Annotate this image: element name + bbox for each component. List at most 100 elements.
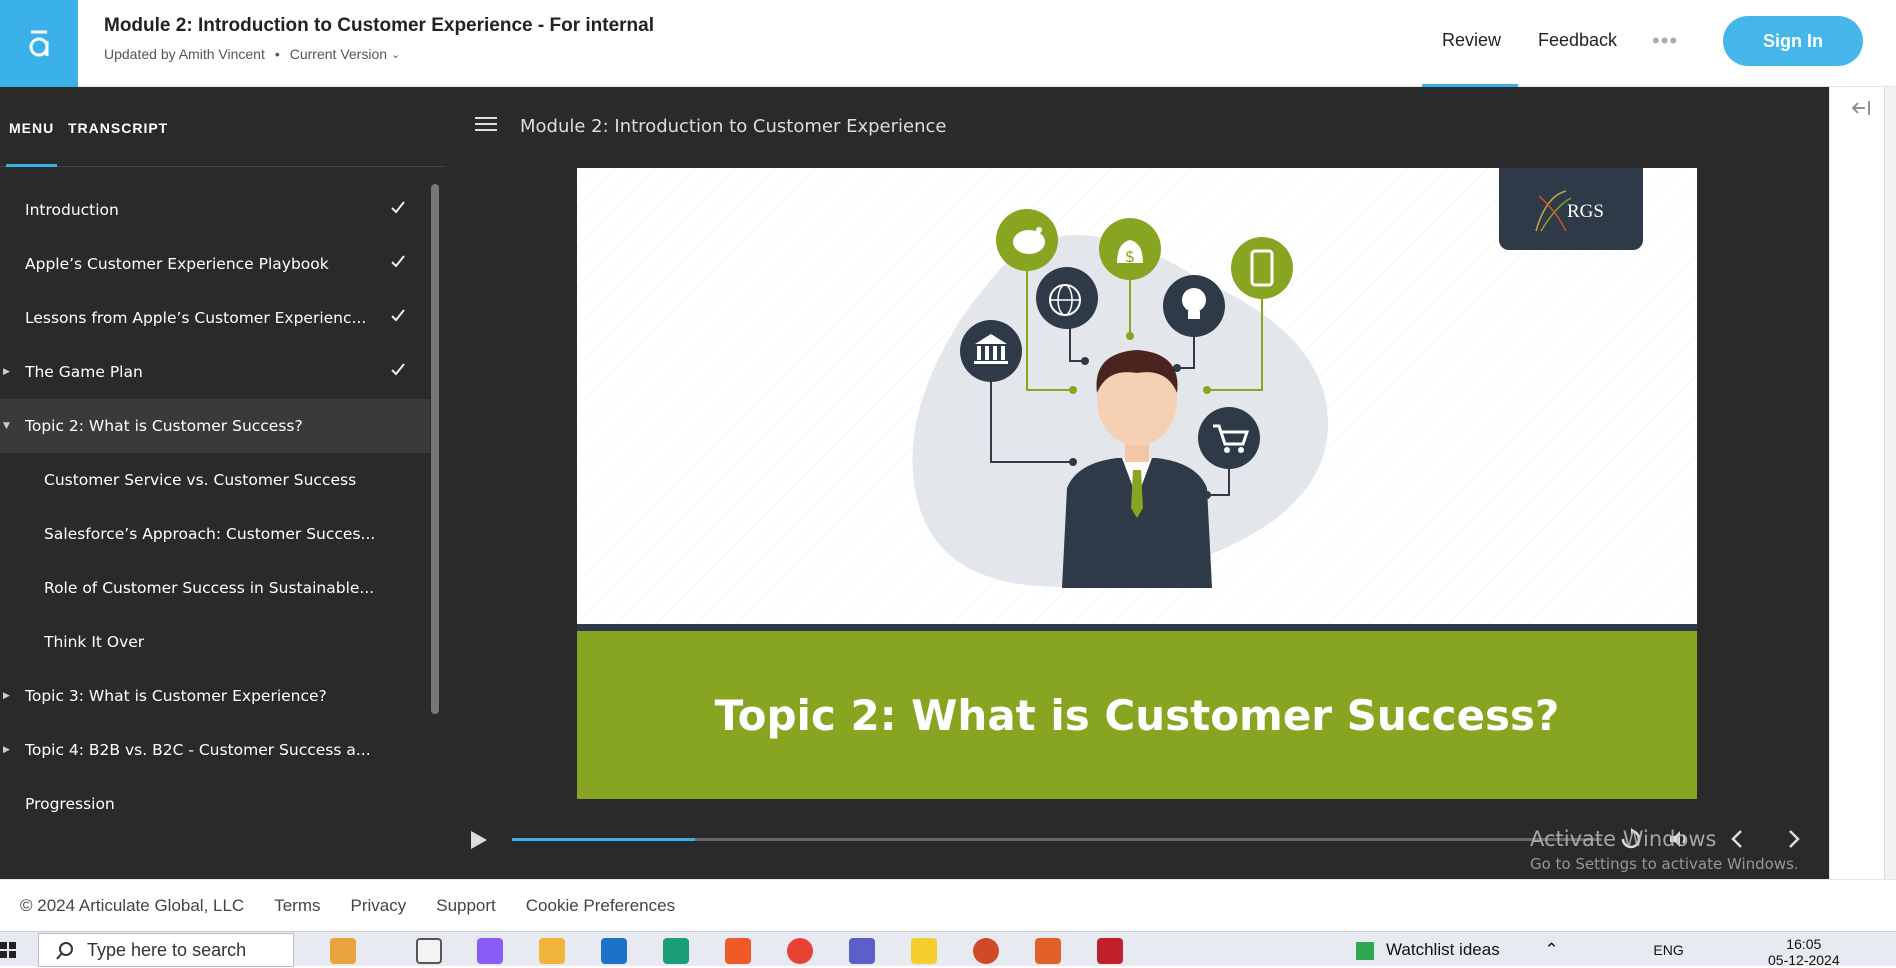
expand-arrow-icon[interactable]: ▶ [3,691,10,701]
teams-icon[interactable] [849,938,875,964]
rgs-logo-text: RGS [1567,201,1604,222]
taskbar-search[interactable]: Type here to search [38,933,294,967]
collapse-arrow-icon[interactable]: ▼ [3,421,10,431]
menu-item-label: Introduction [25,201,119,219]
file-explorer-icon[interactable] [539,938,565,964]
chevron-down-icon[interactable]: ⌄ [391,48,400,61]
search-icon [56,942,73,960]
paint-icon[interactable] [1035,938,1061,964]
system-tray: Watchlist ideas ⌃ ENG [1356,940,1684,960]
progress-track[interactable] [512,838,1602,841]
menu-item[interactable]: Role of Customer Success in Sustainable.… [0,561,430,615]
money-bag-icon: $ [1099,218,1161,280]
rgs-logo: RGS [1499,168,1643,250]
course-subtitle: Updated by Amith Vincent • Current Versi… [104,46,400,62]
hamburger-menu-icon[interactable] [475,117,497,133]
course-sidebar: MENU TRANSCRIPT Introduction Apple’s Cust… [0,87,445,879]
version-dropdown[interactable]: Current Version [290,46,387,62]
windows-taskbar: Type here to search Watchlist ideas ⌃ EN… [0,931,1896,968]
page-scrollbar[interactable] [1884,87,1896,879]
menu-item[interactable]: ▶ The Game Plan [0,345,430,399]
footer-link-terms[interactable]: Terms [274,896,320,916]
nav-feedback[interactable]: Feedback [1538,30,1617,51]
separator-dot: • [274,46,280,62]
piggy-bank-icon [996,209,1058,271]
expand-arrow-icon[interactable]: ▶ [3,367,10,377]
clock-time: 16:05 [1786,936,1822,952]
menu-item-label: Topic 4: B2B vs. B2C - Customer Success … [25,741,371,759]
watchlist-icon[interactable] [1356,941,1374,960]
menu-item[interactable]: Lessons from Apple’s Customer Experienc.… [0,291,430,345]
menu-item[interactable]: ▼ Topic 2: What is Customer Success? [0,399,430,453]
footer-link-privacy[interactable]: Privacy [351,896,407,916]
progress-fill [512,838,696,841]
checkmark-icon [391,363,405,376]
briefcase-app-icon[interactable] [330,938,356,964]
copyright: © 2024 Articulate Global, LLC [20,895,245,915]
sticky-notes-icon[interactable] [911,938,937,964]
menu-item[interactable]: Salesforce’s Approach: Customer Succes..… [0,507,430,561]
menu-item[interactable]: Apple’s Customer Experience Playbook [0,237,430,291]
tab-menu[interactable]: MENU [9,120,54,136]
outlook-icon[interactable] [601,938,627,964]
menu-item[interactable]: ▶ Topic 4: B2B vs. B2C - Customer Success… [0,723,430,777]
slide-divider [577,624,1697,631]
chevron-up-icon[interactable]: ⌃ [1544,940,1558,959]
menu-item[interactable]: Progression [0,777,430,831]
watermark-line-2: Go to Settings to activate Windows. [1530,855,1799,873]
play-icon[interactable] [469,829,489,851]
globe-icon [1036,267,1098,329]
page-footer: © 2024 Articulate Global, LLC Terms Priv… [0,879,1896,931]
search-input[interactable]: Type here to search [87,940,246,961]
menu-item[interactable]: Think It Over [0,615,430,669]
sign-in-button[interactable]: Sign In [1723,16,1863,66]
menu-item[interactable]: ▶ Topic 3: What is Customer Experience? [0,669,430,723]
menu-item-label: Topic 3: What is Customer Experience? [25,687,327,705]
more-options-icon[interactable]: ••• [1652,28,1678,54]
chrome-icon[interactable] [787,938,813,964]
store-icon[interactable] [725,938,751,964]
lesson-menu: Introduction Apple’s Customer Experience … [0,183,430,831]
slide-player: Module 2: Introduction to Customer Exper… [445,87,1829,879]
edge-icon[interactable] [663,938,689,964]
menu-item-label: The Game Plan [25,363,143,381]
module-title: Module 2: Introduction to Customer Exper… [520,116,947,137]
menu-item-label: Lessons from Apple’s Customer Experienc.… [25,309,367,327]
sidebar-scrollbar[interactable] [431,184,439,714]
menu-item-label: Progression [25,795,115,813]
tab-active-indicator [6,164,57,167]
course-title: Module 2: Introduction to Customer Exper… [104,15,654,36]
lightbulb-icon [1163,275,1225,337]
sidebar-tabs: MENU TRANSCRIPT [0,87,445,167]
windows-activation-watermark: Activate Windows Go to Settings to activ… [1530,827,1799,873]
updated-by: Updated by Amith Vincent [104,46,265,62]
articulate-logo[interactable] [0,0,78,87]
collapse-panel-icon[interactable] [1850,99,1872,117]
shopping-cart-icon [1198,407,1260,469]
task-view-icon[interactable] [416,938,442,964]
nav-review[interactable]: Review [1442,30,1501,51]
windows-start-icon[interactable] [0,942,16,958]
watchlist-widget[interactable]: Watchlist ideas [1386,940,1500,959]
checkmark-icon [391,255,405,268]
slide-banner: Topic 2: What is Customer Success? [577,631,1697,799]
menu-item-label: Think It Over [44,633,145,651]
checkmark-icon [391,201,405,214]
tab-transcript[interactable]: TRANSCRIPT [68,120,168,136]
mcafee-icon[interactable] [1097,938,1123,964]
menu-item-label: Topic 2: What is Customer Success? [25,417,303,435]
slide-heading: Topic 2: What is Customer Success? [714,690,1560,740]
language-indicator[interactable]: ENG [1653,942,1683,958]
footer-link-cookies[interactable]: Cookie Preferences [526,896,675,916]
footer-link-support[interactable]: Support [436,896,496,916]
menu-item-label: Salesforce’s Approach: Customer Succes..… [44,525,376,543]
app-header: Module 2: Introduction to Customer Exper… [0,0,1896,87]
menu-item[interactable]: Introduction [0,183,430,237]
copilot-icon[interactable] [477,938,503,964]
slide-canvas: $ RGS Topic 2: What is Customer Success? [577,168,1697,799]
menu-item[interactable]: Customer Service vs. Customer Success [0,453,430,507]
expand-arrow-icon[interactable]: ▶ [3,745,10,755]
powerpoint-icon[interactable] [973,938,999,964]
system-clock[interactable]: 16:05 05-12-2024 [1768,936,1840,968]
menu-item-label: Apple’s Customer Experience Playbook [25,255,329,273]
